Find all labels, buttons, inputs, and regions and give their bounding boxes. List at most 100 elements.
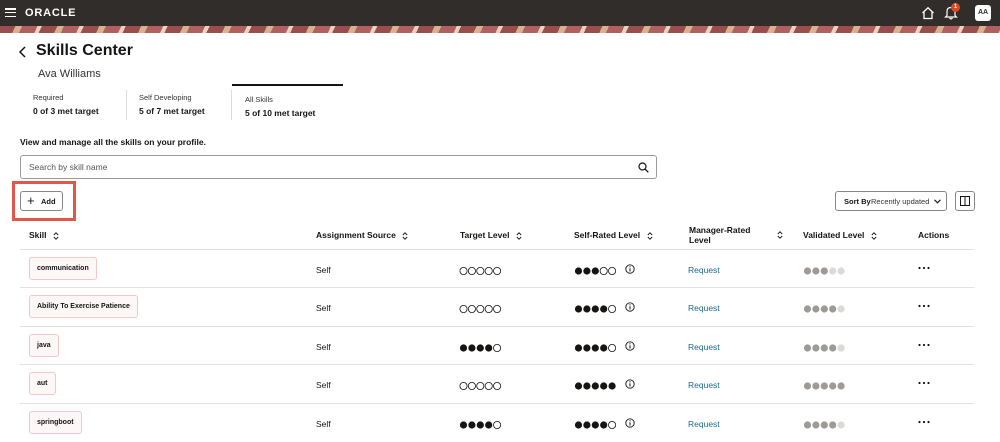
info-icon[interactable] — [625, 302, 635, 313]
validated-level-dots — [803, 420, 845, 429]
level-dot — [829, 344, 837, 352]
sort-by-dropdown[interactable]: Sort By Recently updated — [835, 191, 947, 211]
table-row: Ability To Exercise Patience Self Request — [20, 287, 974, 325]
level-dot — [812, 267, 820, 275]
row-actions-button[interactable] — [916, 301, 932, 311]
skill-chip[interactable]: communication — [29, 257, 97, 280]
top-bar: ORACLE 1 AA — [0, 0, 1000, 26]
tab-all-skills[interactable]: All Skills 5 of 10 met target — [232, 84, 343, 125]
assignment-source: Self — [316, 418, 331, 429]
level-dot — [476, 305, 485, 314]
request-manager-rating-link[interactable]: Request — [688, 265, 720, 275]
home-icon[interactable] — [921, 6, 935, 20]
level-dot — [485, 420, 493, 429]
add-skill-button[interactable]: + Add — [20, 191, 63, 211]
self-rated-level-dots — [574, 343, 617, 352]
tab-self-developing-value: 5 of 7 met target — [139, 106, 205, 116]
info-icon[interactable] — [625, 341, 635, 351]
skill-chip[interactable]: aut — [29, 372, 56, 396]
column-header-assignment-source[interactable]: Assignment Source — [316, 230, 408, 240]
column-header-skill-label: Skill — [29, 230, 47, 240]
sort-arrows-icon — [402, 231, 408, 240]
column-header-manager-rated-level[interactable]: Manager-Rated Level — [689, 225, 759, 245]
level-dot — [583, 420, 591, 429]
user-avatar[interactable]: AA — [975, 5, 991, 21]
validated-level-rating — [803, 340, 847, 352]
sort-by-value: Recently updated — [871, 197, 930, 206]
level-dot — [484, 382, 493, 391]
request-manager-rating-link[interactable]: Request — [688, 419, 720, 429]
column-header-assignment-source-label: Assignment Source — [316, 230, 396, 240]
level-dot — [459, 344, 468, 352]
column-header-self-rated-level[interactable]: Self-Rated Level — [574, 230, 653, 240]
search-input[interactable] — [29, 162, 629, 172]
table-row: java Self Request — [20, 325, 974, 364]
target-level-dots — [459, 382, 502, 391]
level-dot — [820, 382, 828, 390]
search-icon[interactable] — [638, 162, 649, 173]
assignment-source: Self — [316, 303, 331, 314]
row-actions-button[interactable] — [916, 340, 932, 350]
level-dot — [459, 382, 468, 391]
level-dot — [829, 382, 837, 390]
tab-required-label: Required — [33, 93, 64, 102]
row-actions-button[interactable] — [916, 378, 932, 388]
sort-arrows-icon[interactable] — [777, 231, 783, 239]
column-header-manager-rated-level-label: Manager-Rated Level — [689, 225, 751, 245]
skill-chip[interactable]: springboot — [29, 410, 82, 434]
level-dot — [476, 382, 485, 391]
level-dot — [608, 267, 617, 275]
target-level-rating — [459, 417, 503, 429]
target-level-rating — [459, 301, 503, 314]
column-layout-button[interactable] — [955, 191, 975, 211]
level-dot — [803, 267, 812, 275]
level-dot — [829, 305, 837, 313]
tab-all-skills-value: 5 of 10 met target — [245, 108, 316, 118]
info-icon[interactable] — [625, 417, 635, 428]
tab-required[interactable]: Required 0 of 3 met target — [20, 84, 120, 125]
column-header-target-level[interactable]: Target Level — [460, 230, 522, 240]
level-dot — [467, 267, 476, 275]
decorative-banner — [0, 26, 1000, 33]
info-icon[interactable] — [625, 379, 635, 389]
self-rated-level-rating — [574, 301, 618, 314]
level-dot — [812, 382, 820, 390]
request-manager-rating-link[interactable]: Request — [688, 380, 720, 390]
level-dot — [837, 420, 845, 429]
level-dot — [485, 344, 493, 352]
hamburger-menu-icon[interactable] — [5, 8, 16, 18]
level-dot — [467, 305, 476, 314]
tab-self-developing[interactable]: Self Developing 5 of 7 met target — [126, 84, 226, 125]
row-actions-button[interactable] — [916, 417, 932, 427]
request-manager-rating-link[interactable]: Request — [688, 342, 720, 352]
skill-chip[interactable]: Ability To Exercise Patience — [29, 295, 138, 319]
validated-level-rating — [803, 417, 847, 429]
sort-arrows-icon — [646, 231, 653, 240]
table-row: springboot Self Request — [20, 402, 974, 441]
column-header-validated-level[interactable]: Validated Level — [803, 230, 877, 240]
level-dot — [574, 382, 583, 390]
back-arrow-icon[interactable] — [17, 45, 29, 59]
target-level-dots — [459, 267, 502, 275]
column-header-skill[interactable]: Skill — [29, 230, 59, 240]
level-dot — [837, 382, 845, 390]
level-dot — [600, 420, 608, 429]
level-dot — [820, 420, 828, 429]
level-dot — [467, 382, 476, 391]
level-dot — [591, 420, 599, 429]
level-dot — [493, 382, 502, 391]
target-level-rating — [459, 263, 503, 275]
search-box[interactable] — [20, 155, 657, 179]
level-dot — [591, 305, 599, 313]
level-dot — [591, 267, 599, 275]
skill-chip[interactable]: java — [29, 333, 59, 357]
level-dot — [820, 344, 828, 352]
more-horizontal-icon — [918, 305, 930, 308]
assignment-source: Self — [316, 265, 331, 275]
row-actions-button[interactable] — [916, 263, 932, 273]
level-dot — [476, 267, 485, 275]
request-manager-rating-link[interactable]: Request — [688, 303, 720, 313]
level-dot — [459, 267, 468, 275]
self-rated-level-rating — [574, 263, 618, 275]
info-icon[interactable] — [625, 264, 635, 274]
